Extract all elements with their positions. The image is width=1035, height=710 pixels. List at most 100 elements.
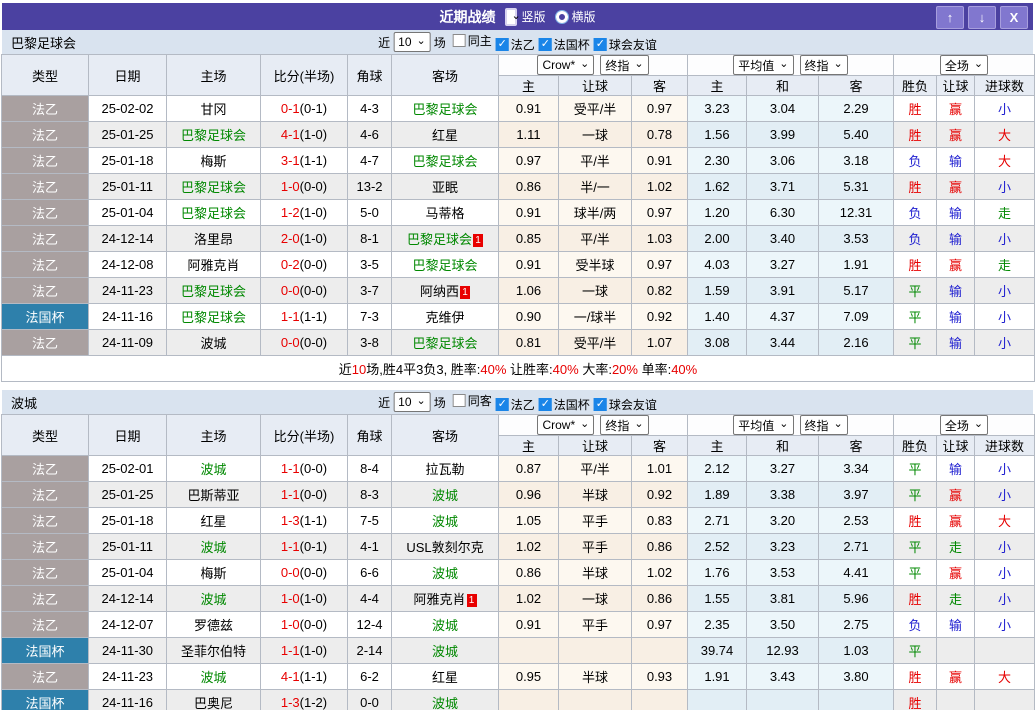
layout-radio-horizontal[interactable]: 横版 (556, 8, 596, 25)
odds-home: 1.02 (499, 586, 559, 612)
checkbox-unchecked-icon[interactable] (453, 394, 466, 407)
league-badge: 法乙 (2, 586, 89, 612)
avg-away: 3.97 (819, 482, 894, 508)
match-row: 法乙25-01-18红星1-3(1-1)7-5波城1.05平手0.832.713… (2, 508, 1035, 534)
halftime-score: (0-0) (300, 335, 327, 350)
result-text: 胜 (909, 514, 922, 529)
avg-home: 2.12 (688, 456, 747, 482)
close-button[interactable]: X (1000, 6, 1028, 29)
filter-球会友谊[interactable]: ✓球会友谊 (594, 36, 657, 53)
filter-法乙[interactable]: ✓法乙 (496, 396, 535, 413)
match-count-select[interactable]: 10⌄ (393, 392, 431, 412)
result-outcome: 胜 (894, 252, 937, 278)
checkbox-checked-icon[interactable]: ✓ (539, 398, 552, 411)
avg-home: 1.62 (688, 174, 747, 200)
checkbox-unchecked-icon[interactable] (453, 34, 466, 47)
match-count-select[interactable]: 10⌄ (393, 32, 431, 52)
average-select[interactable]: 平均值⌄ (733, 55, 793, 75)
avg-home: 2.30 (688, 148, 747, 174)
result-handicap (937, 638, 975, 664)
team-name: 巴黎足球会 (181, 128, 246, 143)
home-team: 巴黎足球会 (167, 304, 261, 330)
radio-unselected-icon[interactable] (556, 11, 568, 23)
result-text: 小 (998, 566, 1011, 581)
match-date: 24-11-16 (89, 690, 167, 710)
full-match-select[interactable]: 全场⌄ (940, 415, 988, 435)
odds-away (632, 690, 688, 710)
checkbox-checked-icon[interactable]: ✓ (496, 38, 509, 51)
filter-同主[interactable]: 同主 (453, 32, 492, 49)
average-time-select[interactable]: 终指⌄ (800, 415, 848, 435)
match-score: 1-3(1-1) (261, 508, 348, 534)
halftime-score: (1-0) (300, 591, 327, 606)
average-time-select[interactable]: 终指⌄ (800, 55, 848, 75)
avg-draw: 3.40 (747, 226, 819, 252)
away-team: 亚眠 (392, 174, 499, 200)
result-outcome: 胜 (894, 96, 937, 122)
sub-header-handicap-result: 让球 (937, 76, 975, 96)
filter-法国杯[interactable]: ✓法国杯 (539, 396, 590, 413)
radio-selected-icon[interactable]: ⌄ (505, 8, 517, 26)
result-text: 平 (909, 310, 922, 325)
average-select[interactable]: 平均值⌄ (733, 415, 793, 435)
sub-header-avg-draw: 和 (747, 436, 819, 456)
odds-time-select[interactable]: 终指⌄ (600, 415, 648, 435)
avg-away: 7.09 (819, 304, 894, 330)
page-title: 近期战绩 (439, 7, 495, 27)
league-badge: 法国杯 (2, 638, 89, 664)
home-team: 洛里昂 (167, 226, 261, 252)
filter-同客[interactable]: 同客 (453, 392, 492, 409)
result-outcome: 胜 (894, 122, 937, 148)
odds-home: 0.86 (499, 560, 559, 586)
scroll-up-button[interactable]: ↑ (936, 6, 964, 29)
away-team: 红星 (392, 664, 499, 690)
sub-header-avg-draw: 和 (747, 76, 819, 96)
checkbox-checked-icon[interactable]: ✓ (496, 398, 509, 411)
checkbox-checked-icon[interactable]: ✓ (594, 38, 607, 51)
odds-away: 0.97 (632, 96, 688, 122)
result-text: 胜 (909, 696, 922, 710)
sub-header-away-odds: 客 (632, 76, 688, 96)
result-handicap: 赢 (937, 664, 975, 690)
bookmaker-select[interactable]: Crow*⌄ (537, 415, 594, 435)
home-team: 波城 (167, 534, 261, 560)
chevron-down-icon: ⌄ (634, 419, 643, 429)
avg-away: 2.75 (819, 612, 894, 638)
team-name: 洛里昂 (194, 232, 233, 247)
result-text: 输 (949, 232, 962, 247)
match-date: 24-11-23 (89, 664, 167, 690)
result-text: 平 (909, 284, 922, 299)
avg-draw: 3.43 (747, 664, 819, 690)
team-name: 波城 (200, 336, 226, 351)
filter-法乙[interactable]: ✓法乙 (496, 36, 535, 53)
match-row: 法乙25-01-11巴黎足球会1-0(0-0)13-2亚眠0.86半/一1.02… (2, 174, 1035, 200)
filter-球会友谊[interactable]: ✓球会友谊 (594, 396, 657, 413)
odds-home (499, 690, 559, 710)
result-goals: 大 (975, 508, 1035, 534)
odds-away: 0.97 (632, 200, 688, 226)
full-match-select[interactable]: 全场⌄ (940, 55, 988, 75)
match-score: 1-1(0-0) (261, 456, 348, 482)
halftime-score: (0-0) (300, 565, 327, 580)
layout-radio-vertical[interactable]: ⌄ 竖版 (505, 8, 545, 26)
corner-score: 4-6 (348, 122, 392, 148)
odds-away: 0.83 (632, 508, 688, 534)
matches-body: 法乙25-02-02甘冈0-1(0-1)4-3巴黎足球会0.91受平/半0.97… (2, 96, 1035, 382)
scroll-down-button[interactable]: ↓ (968, 6, 996, 29)
match-score: 1-1(0-0) (261, 482, 348, 508)
avg-draw: 3.27 (747, 252, 819, 278)
checkbox-checked-icon[interactable]: ✓ (594, 398, 607, 411)
avg-home: 3.23 (688, 96, 747, 122)
odds-away: 0.93 (632, 664, 688, 690)
filter-法国杯[interactable]: ✓法国杯 (539, 36, 590, 53)
checkbox-checked-icon[interactable]: ✓ (539, 38, 552, 51)
matches-table: 类型 日期 主场 比分(半场) 角球 客场 Crow*⌄ 终指⌄ 平均值⌄ 终指… (1, 414, 1035, 710)
home-team: 巴黎足球会 (167, 200, 261, 226)
odds-away: 1.03 (632, 226, 688, 252)
result-goals: 大 (975, 122, 1035, 148)
odds-time-select[interactable]: 终指⌄ (600, 55, 648, 75)
odds-handicap (559, 690, 632, 710)
bookmaker-select[interactable]: Crow*⌄ (537, 55, 594, 75)
games-label: 场 (434, 394, 446, 411)
odds-home: 1.02 (499, 534, 559, 560)
